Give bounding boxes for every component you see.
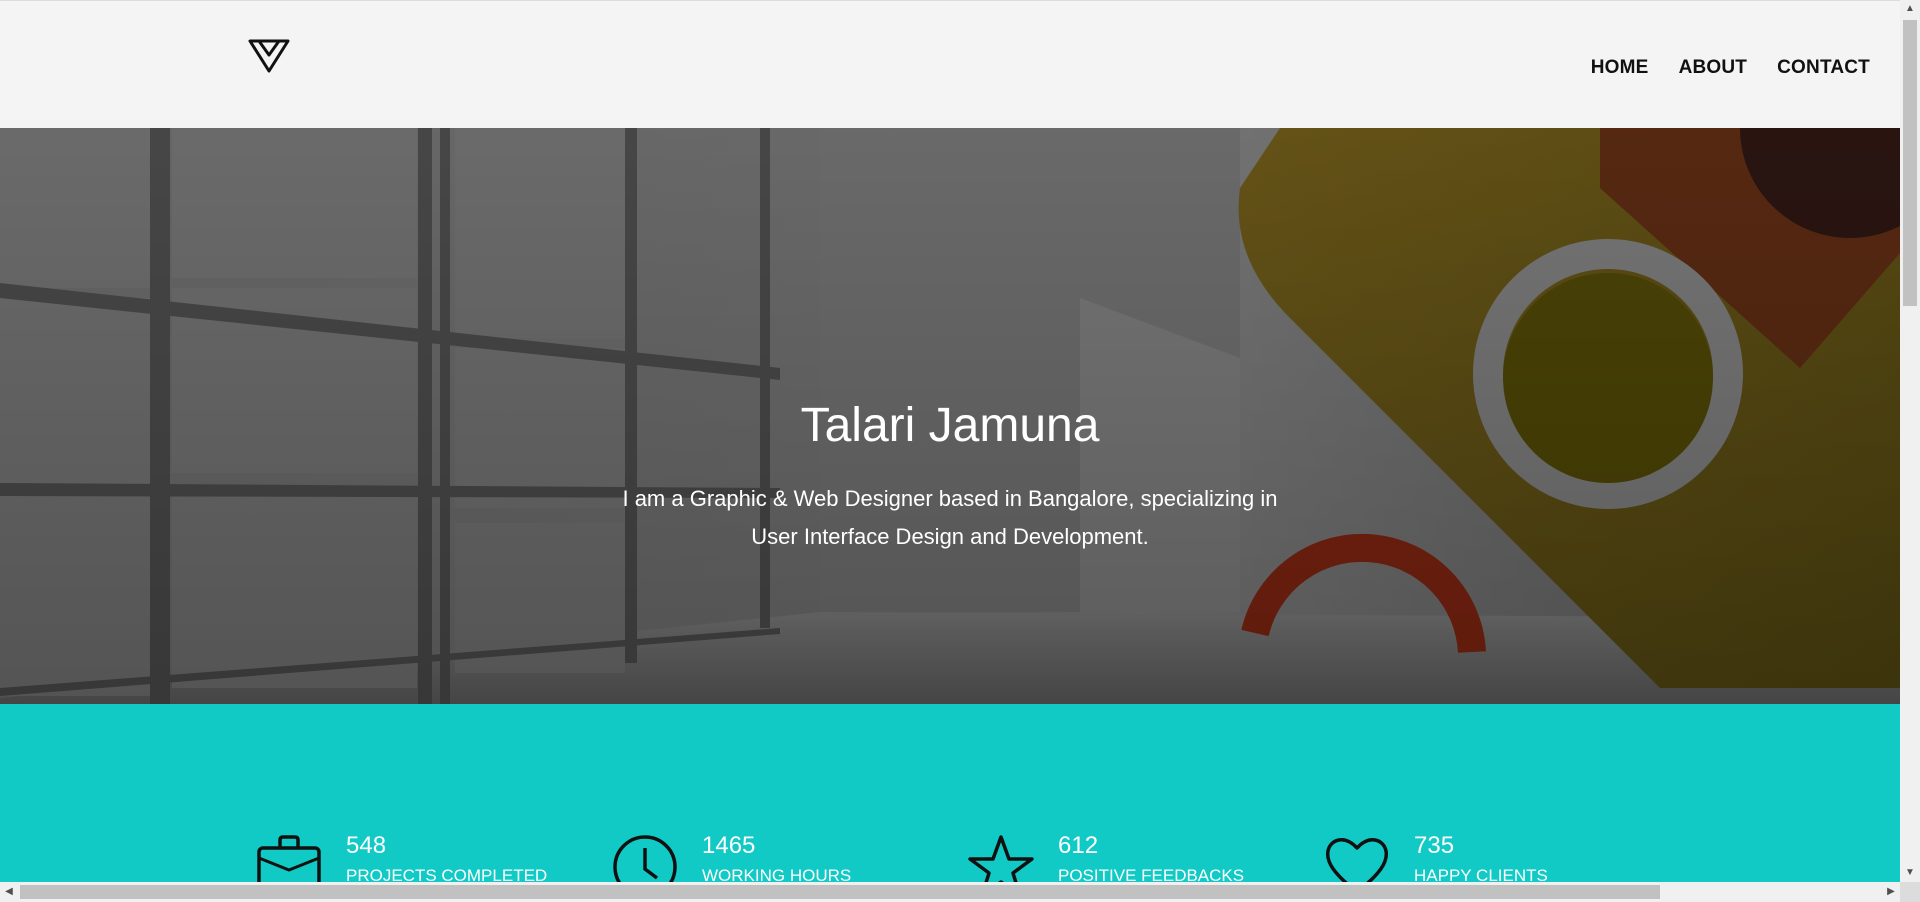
stat-value: 735	[1414, 832, 1455, 859]
stat-label: PROJECTS COMPLETED	[346, 866, 548, 882]
scroll-down-arrow-icon[interactable]: ▼	[1900, 864, 1920, 882]
scroll-up-arrow-icon[interactable]: ▲	[1900, 0, 1920, 18]
stat-label: POSITIVE FEEDBACKS	[1058, 866, 1245, 882]
nav-about-link[interactable]: ABOUT	[1679, 57, 1748, 79]
stat-label: HAPPY CLIENTS	[1414, 866, 1548, 882]
vertical-scroll-thumb[interactable]	[1903, 20, 1917, 306]
hero-description: I am a Graphic & Web Designer based in B…	[622, 486, 1278, 549]
briefcase-icon	[257, 835, 321, 882]
vertical-scrollbar[interactable]: ▲ ▼	[1900, 0, 1920, 882]
page-viewport: HOME ABOUT CONTACT Talari Jamuna I am a …	[0, 0, 1900, 882]
star-icon	[968, 835, 1034, 882]
scroll-left-arrow-icon[interactable]: ◀	[0, 882, 18, 902]
site-header: HOME ABOUT CONTACT	[0, 0, 1900, 128]
stat-value: 1465	[702, 832, 756, 859]
hero-title: Talari Jamuna	[800, 399, 1100, 452]
triangle-logo-icon[interactable]	[248, 39, 290, 73]
stat-value: 612	[1058, 832, 1099, 859]
stat-label: WORKING HOURS	[702, 866, 852, 882]
horizontal-scrollbar[interactable]: ◀ ▶	[0, 882, 1900, 902]
horizontal-scroll-thumb[interactable]	[20, 885, 1660, 899]
stats-section: 548 PROJECTS COMPLETED 1465 WORKING HOUR…	[0, 704, 1900, 882]
hero-section: Talari Jamuna I am a Graphic & Web Desig…	[0, 128, 1900, 704]
main-nav: HOME ABOUT CONTACT	[1591, 57, 1870, 79]
clock-icon	[613, 835, 677, 882]
nav-home-link[interactable]: HOME	[1591, 57, 1649, 79]
nav-contact-link[interactable]: CONTACT	[1777, 57, 1870, 79]
scrollbar-corner	[1900, 882, 1920, 902]
stat-value: 548	[346, 832, 387, 859]
scroll-right-arrow-icon[interactable]: ▶	[1882, 882, 1900, 902]
heart-icon	[1325, 838, 1389, 882]
